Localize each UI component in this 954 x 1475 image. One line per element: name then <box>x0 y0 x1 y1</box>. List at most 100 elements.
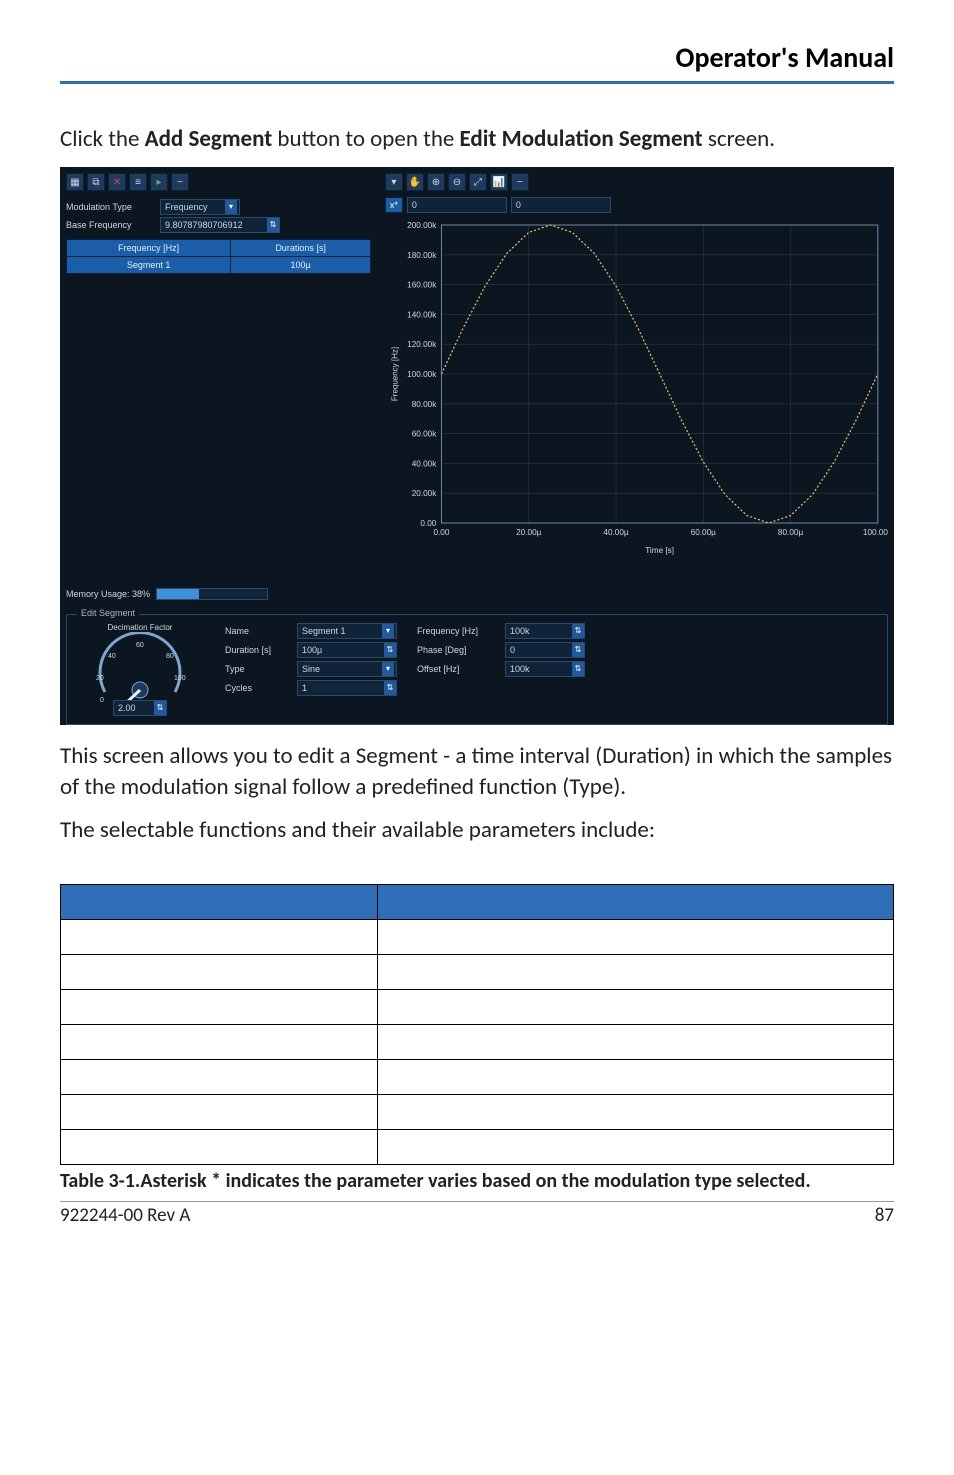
delete-icon[interactable]: ✕ <box>108 173 126 191</box>
right-toolbar: ▾ ✋ ⊕ ⊖ ⤢ 📊 − <box>385 171 888 195</box>
cycles-input[interactable]: 1 <box>297 680 397 696</box>
segment-table-r1c2: 100µ <box>231 257 371 274</box>
type-dropdown[interactable]: Sine <box>297 661 397 677</box>
new-icon[interactable]: ▦ <box>66 173 84 191</box>
phase-label: Phase [Deg] <box>417 645 499 655</box>
coord-y-input[interactable]: 0 <box>511 197 611 213</box>
copy-icon[interactable]: ⧉ <box>87 173 105 191</box>
frequency-chart: 0.00 20.00k 40.00k 60.00k 80.00k 100.00k 120.0… <box>385 217 888 557</box>
pointer-icon[interactable]: ▾ <box>385 173 403 191</box>
phase-input[interactable]: 0 <box>505 642 585 658</box>
offset-label: Offset [Hz] <box>417 664 499 674</box>
table-caption: Table 3-1.Asterisk * indicates the param… <box>60 1169 894 1193</box>
memory-usage-bar <box>156 588 268 600</box>
svg-text:40.00µ: 40.00µ <box>603 528 629 537</box>
decimation-label: Decimation Factor <box>75 623 205 632</box>
table-row <box>61 1130 894 1165</box>
app-screenshot: ▦ ⧉ ✕ ≡ ▸ − Modulation Type Frequency Ba… <box>60 167 894 725</box>
svg-text:80: 80 <box>166 653 174 660</box>
freq-label: Frequency [Hz] <box>417 626 499 636</box>
page-header-title: Operator's Manual <box>60 40 894 81</box>
segment-table-body <box>66 274 371 584</box>
svg-text:20: 20 <box>96 675 104 682</box>
chart-icon[interactable]: 📊 <box>490 173 508 191</box>
svg-text:200.00k: 200.00k <box>407 221 437 230</box>
segment-table-h1: Frequency [Hz] <box>67 240 231 257</box>
edit-segment-panel: Edit Segment Decimation Factor 0 20 40 6… <box>66 614 888 725</box>
svg-text:0.00: 0.00 <box>420 519 436 528</box>
fn-th2 <box>377 885 893 920</box>
left-panel: ▦ ⧉ ✕ ≡ ▸ − Modulation Type Frequency Ba… <box>60 167 377 608</box>
svg-text:40.00k: 40.00k <box>412 460 438 469</box>
minus-icon[interactable]: − <box>171 173 189 191</box>
segment-params-col2: Frequency [Hz] 100k Phase [Deg] 0 Offset [… <box>417 623 585 677</box>
after-screenshot-text: This screen allows you to edit a Segment… <box>60 741 894 803</box>
modulation-type-row: Modulation Type Frequency <box>66 199 371 215</box>
name-input[interactable]: Segment 1 <box>297 623 397 639</box>
svg-text:80.00k: 80.00k <box>412 400 438 409</box>
base-frequency-input[interactable]: 9.80787980706912 <box>160 217 280 233</box>
left-toolbar: ▦ ⧉ ✕ ≡ ▸ − <box>66 171 371 197</box>
svg-text:0.00: 0.00 <box>433 528 449 537</box>
add-icon[interactable]: ▸ <box>150 173 168 191</box>
zoom-out-icon[interactable]: ⊖ <box>448 173 466 191</box>
svg-text:140.00k: 140.00k <box>407 311 437 320</box>
intro-pre: Click the <box>60 125 145 153</box>
offset-input[interactable]: 100k <box>505 661 585 677</box>
hand-icon[interactable]: ✋ <box>406 173 424 191</box>
base-frequency-label: Base Frequency <box>66 220 154 230</box>
coord-x-input[interactable]: 0 <box>407 197 507 213</box>
svg-text:60: 60 <box>136 642 144 649</box>
decimation-gauge: Decimation Factor 0 20 40 60 80 100 2.00 <box>75 623 205 716</box>
svg-text:100.00k: 100.00k <box>407 370 437 379</box>
svg-text:20.00µ: 20.00µ <box>516 528 542 537</box>
cycles-label: Cycles <box>225 683 291 693</box>
svg-text:20.00k: 20.00k <box>412 489 438 498</box>
table-row[interactable]: Segment 1 100µ <box>67 257 371 274</box>
svg-text:160.00k: 160.00k <box>407 281 437 290</box>
memory-usage-label: Memory Usage: 38% <box>66 589 150 599</box>
table-row <box>61 920 894 955</box>
toolbar-minus-icon[interactable]: − <box>511 173 529 191</box>
name-label: Name <box>225 626 291 636</box>
settings-icon[interactable]: ≡ <box>129 173 147 191</box>
page-footer: 922244-00 Rev A 87 <box>60 1201 894 1237</box>
intro-bold-2: Edit Modulation Segment <box>460 125 703 153</box>
table-row <box>61 1025 894 1060</box>
svg-text:Time [s]: Time [s] <box>645 546 674 555</box>
intro-mid: button to open the <box>272 125 459 153</box>
right-panel: ▾ ✋ ⊕ ⊖ ⤢ 📊 − x* 0 0 0.00 20.00k 40.00k 60.… <box>381 167 894 608</box>
svg-text:100: 100 <box>174 675 186 682</box>
modulation-type-label: Modulation Type <box>66 202 154 212</box>
svg-text:60.00k: 60.00k <box>412 430 438 439</box>
svg-text:60.00µ: 60.00µ <box>691 528 717 537</box>
footer-right: 87 <box>875 1204 894 1227</box>
segment-table-r1c1: Segment 1 <box>67 257 231 274</box>
freq-input[interactable]: 100k <box>505 623 585 639</box>
intro-post: screen. <box>703 125 775 153</box>
svg-text:100.00µ: 100.00µ <box>863 528 888 537</box>
svg-text:0: 0 <box>100 697 104 704</box>
edit-segment-title: Edit Segment <box>77 608 139 618</box>
modulation-type-dropdown[interactable]: Frequency <box>160 199 240 215</box>
duration-input[interactable]: 100µ <box>297 642 397 658</box>
svg-text:180.00k: 180.00k <box>407 251 437 260</box>
zoom-fit-icon[interactable]: ⤢ <box>469 173 487 191</box>
decimation-value[interactable]: 2.00 <box>113 700 167 716</box>
fn-th1 <box>61 885 378 920</box>
table-row <box>61 955 894 990</box>
zoom-in-icon[interactable]: ⊕ <box>427 173 445 191</box>
svg-text:80.00µ: 80.00µ <box>778 528 804 537</box>
footer-left: 922244-00 Rev A <box>60 1204 190 1227</box>
table-row <box>61 1060 894 1095</box>
header-rule <box>60 81 894 84</box>
intro-paragraph: Click the Add Segment button to open the… <box>60 124 894 155</box>
segment-params-col1: NameSegment 1 Duration [s]100µ TypeSine … <box>225 623 397 696</box>
selectable-functions-text: The selectable functions and their avail… <box>60 815 894 846</box>
table-row <box>61 990 894 1025</box>
intro-bold-1: Add Segment <box>145 125 273 153</box>
svg-text:120.00k: 120.00k <box>407 340 437 349</box>
base-frequency-row: Base Frequency 9.80787980706912 <box>66 217 371 233</box>
table-row <box>61 1095 894 1130</box>
coord-x-label: x* <box>385 197 403 213</box>
